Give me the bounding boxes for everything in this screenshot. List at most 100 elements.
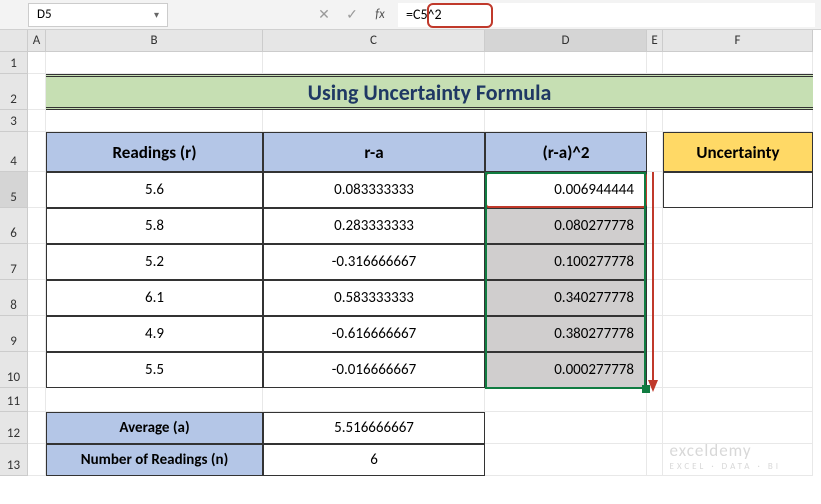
cell[interactable] xyxy=(663,316,813,352)
cell-r[interactable]: 5.8 xyxy=(46,208,263,244)
cell[interactable] xyxy=(647,316,663,352)
cell[interactable] xyxy=(46,52,263,74)
header-uncertainty: Uncertainty xyxy=(663,132,813,172)
watermark-brand: exceldemy xyxy=(670,440,752,461)
stat-avg-label: Average (a) xyxy=(46,412,263,444)
row-header-10[interactable]: 10 xyxy=(0,352,28,388)
cell-ra2[interactable]: 0.080277778 xyxy=(485,208,647,244)
cell[interactable] xyxy=(485,110,647,132)
cell[interactable] xyxy=(485,412,647,444)
cell[interactable] xyxy=(28,244,46,280)
cell[interactable] xyxy=(663,280,813,316)
col-header-F[interactable]: F xyxy=(663,30,813,52)
cell[interactable] xyxy=(28,132,46,172)
spreadsheet-grid[interactable]: A B C D E F 1 2 Using Uncertainty Formul… xyxy=(0,30,821,476)
cell[interactable] xyxy=(28,172,46,208)
cell-ra[interactable]: -0.616666667 xyxy=(263,316,485,352)
cell[interactable] xyxy=(28,388,46,412)
cell[interactable] xyxy=(663,208,813,244)
cell[interactable] xyxy=(647,172,663,208)
cell[interactable] xyxy=(28,444,46,476)
row-header-6[interactable]: 6 xyxy=(0,208,28,244)
watermark: exceldemy EXCEL · DATA · BI xyxy=(670,440,781,472)
row-header-11[interactable]: 11 xyxy=(0,388,28,412)
chevron-down-icon[interactable]: ▾ xyxy=(154,8,159,21)
cell[interactable] xyxy=(647,412,663,444)
cell[interactable] xyxy=(485,388,647,412)
cell-ra[interactable]: 0.083333333 xyxy=(263,172,485,208)
cell[interactable] xyxy=(647,280,663,316)
cell[interactable] xyxy=(485,52,647,74)
cell-ra2[interactable]: 0.380277778 xyxy=(485,316,647,352)
cell-r[interactable]: 5.6 xyxy=(46,172,263,208)
fill-handle[interactable] xyxy=(642,385,650,393)
header-readings: Readings (r) xyxy=(46,132,263,172)
cell[interactable] xyxy=(663,244,813,280)
row-header-1[interactable]: 1 xyxy=(0,52,28,74)
row-header-5[interactable]: 5 xyxy=(0,172,28,208)
cell[interactable] xyxy=(647,352,663,388)
cell[interactable] xyxy=(46,388,263,412)
row-header-3[interactable]: 3 xyxy=(0,110,28,132)
cell[interactable] xyxy=(28,74,46,110)
cell-ra2[interactable]: 0.340277778 xyxy=(485,280,647,316)
cell[interactable] xyxy=(263,52,485,74)
col-header-B[interactable]: B xyxy=(46,30,263,52)
cell-ra2[interactable]: 0.000277778 xyxy=(485,352,647,388)
cell[interactable] xyxy=(263,388,485,412)
cell-ra2-active[interactable]: 0.006944444 xyxy=(485,172,647,208)
cell[interactable] xyxy=(28,52,46,74)
cell-uncertainty[interactable] xyxy=(663,172,813,208)
cell-r[interactable]: 5.2 xyxy=(46,244,263,280)
row-header-9[interactable]: 9 xyxy=(0,316,28,352)
cell[interactable] xyxy=(28,208,46,244)
formula-input[interactable]: =C5^2 xyxy=(398,3,815,27)
row-header-12[interactable]: 12 xyxy=(0,412,28,444)
fx-icon[interactable]: fx xyxy=(366,3,394,27)
watermark-tagline: EXCEL · DATA · BI xyxy=(670,461,781,472)
stat-avg-value[interactable]: 5.516666667 xyxy=(263,412,485,444)
col-header-C[interactable]: C xyxy=(263,30,485,52)
cell[interactable] xyxy=(28,316,46,352)
cell[interactable] xyxy=(663,388,813,412)
cell[interactable] xyxy=(663,110,813,132)
cell[interactable] xyxy=(647,110,663,132)
cell[interactable] xyxy=(28,412,46,444)
row-header-8[interactable]: 8 xyxy=(0,280,28,316)
cell[interactable] xyxy=(647,244,663,280)
cell-ra[interactable]: -0.316666667 xyxy=(263,244,485,280)
row-header-2[interactable]: 2 xyxy=(0,74,28,110)
col-header-E[interactable]: E xyxy=(647,30,663,52)
cell-r[interactable]: 4.9 xyxy=(46,316,263,352)
cell[interactable] xyxy=(647,52,663,74)
cell-ra[interactable]: 0.283333333 xyxy=(263,208,485,244)
cell[interactable] xyxy=(28,110,46,132)
header-ra2: (r-a)^2 xyxy=(485,132,647,172)
row-header-13[interactable]: 13 xyxy=(0,444,28,476)
cell-ra[interactable]: -0.016666667 xyxy=(263,352,485,388)
cell-r[interactable]: 5.5 xyxy=(46,352,263,388)
cell[interactable] xyxy=(46,110,263,132)
cell[interactable] xyxy=(647,208,663,244)
cell[interactable] xyxy=(663,352,813,388)
cell[interactable] xyxy=(28,352,46,388)
col-header-D[interactable]: D xyxy=(485,30,647,52)
cell-r[interactable]: 6.1 xyxy=(46,280,263,316)
cancel-icon[interactable]: ✕ xyxy=(310,3,338,27)
select-all-corner[interactable] xyxy=(0,30,28,52)
cell[interactable] xyxy=(263,110,485,132)
cell-ra2[interactable]: 0.100277778 xyxy=(485,244,647,280)
col-header-A[interactable]: A xyxy=(28,30,46,52)
cell-value: 0.006944444 xyxy=(554,181,634,199)
row-header-4[interactable]: 4 xyxy=(0,132,28,172)
cell[interactable] xyxy=(647,444,663,476)
cell[interactable] xyxy=(485,444,647,476)
name-box[interactable]: D5 ▾ xyxy=(28,3,168,27)
cell[interactable] xyxy=(663,52,813,74)
stat-n-value[interactable]: 6 xyxy=(263,444,485,476)
row-header-7[interactable]: 7 xyxy=(0,244,28,280)
cell[interactable] xyxy=(28,280,46,316)
confirm-icon[interactable]: ✓ xyxy=(338,3,366,27)
cell-ra[interactable]: 0.583333333 xyxy=(263,280,485,316)
cell[interactable] xyxy=(647,132,663,172)
